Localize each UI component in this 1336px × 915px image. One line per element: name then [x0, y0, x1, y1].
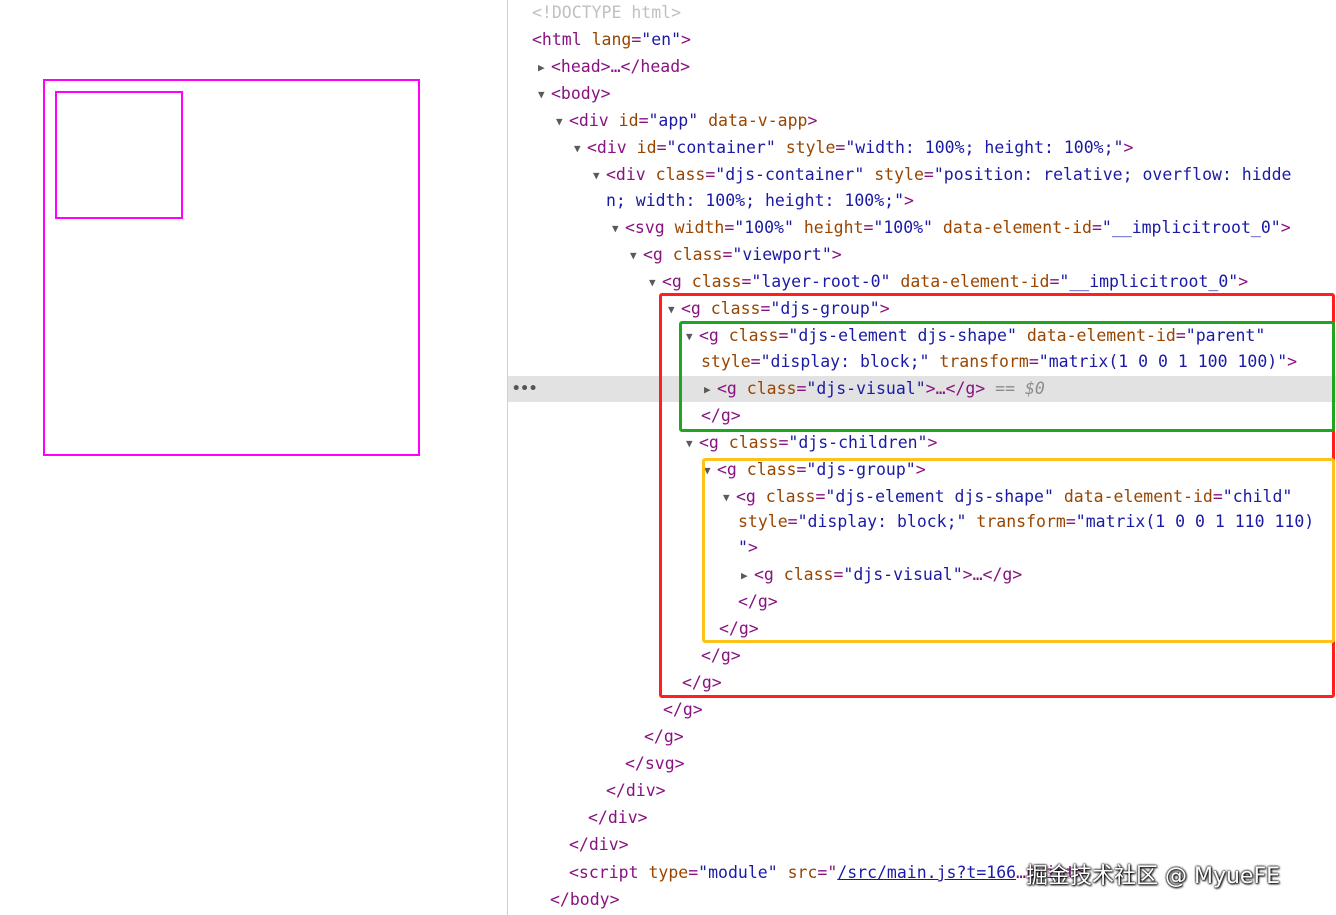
collapse-triangle-icon[interactable]: ▼ — [649, 270, 662, 296]
script-src-link[interactable]: /src/main.js?t=166 — [837, 863, 1016, 882]
dom-line-body[interactable]: ▼ <body> — [508, 81, 1336, 107]
dom-line-html[interactable]: <html lang="en"> — [508, 27, 1336, 53]
dom-line-close-div: </div> — [588, 808, 648, 827]
dom-line-layer-root[interactable]: ▼ <g class="layer-root-0" data-element-id… — [508, 269, 1336, 295]
dom-line-close-body: </body> — [550, 890, 620, 909]
canvas-area — [0, 0, 507, 915]
collapse-triangle-icon[interactable]: ▼ — [556, 109, 569, 135]
dom-line-head[interactable]: ▶ <head>…</head> — [508, 54, 1336, 80]
dom-line-app[interactable]: ▼ <div id="app" data-v-app> — [508, 108, 1336, 134]
collapse-triangle-icon[interactable]: ▼ — [574, 136, 587, 162]
dom-line-close-div: </div> — [606, 781, 666, 800]
dom-line-djs-container[interactable]: ▼ <div class="djs-container" style="posit… — [508, 162, 1336, 188]
dom-line-close-div: </div> — [569, 835, 629, 854]
dom-line-djs-container-cont: n; width: 100%; height: 100%;"> — [606, 191, 914, 210]
dom-line-close-g: </g> — [644, 727, 684, 746]
collapse-triangle-icon[interactable]: ▼ — [612, 216, 625, 242]
dom-line-doctype[interactable]: <!DOCTYPE html> — [508, 0, 1336, 26]
highlight-box-parent-element — [679, 321, 1335, 432]
dom-line-viewport[interactable]: ▼ <g class="viewport"> — [508, 242, 1336, 268]
dom-line-svg[interactable]: ▼ <svg width="100%" height="100%" data-el… — [508, 215, 1336, 241]
dom-line-close-g: </g> — [663, 700, 703, 719]
collapse-triangle-icon[interactable]: ▼ — [593, 163, 606, 189]
devtools-elements-panel: <!DOCTYPE html> <html lang="en"> ▶ <head>… — [507, 0, 1336, 915]
highlight-box-child-group — [702, 458, 1335, 643]
child-shape[interactable] — [55, 91, 183, 219]
dom-line-container[interactable]: ▼ <div id="container" style="width: 100%;… — [508, 135, 1336, 161]
dom-line-close-svg: </svg> — [625, 754, 685, 773]
expand-triangle-icon[interactable]: ▶ — [538, 55, 551, 81]
watermark: 掘金技术社区 @ MyueFE — [1026, 864, 1281, 889]
collapse-triangle-icon[interactable]: ▼ — [538, 82, 551, 108]
more-options-icon[interactable]: ••• — [512, 376, 537, 402]
collapse-triangle-icon[interactable]: ▼ — [630, 243, 643, 269]
